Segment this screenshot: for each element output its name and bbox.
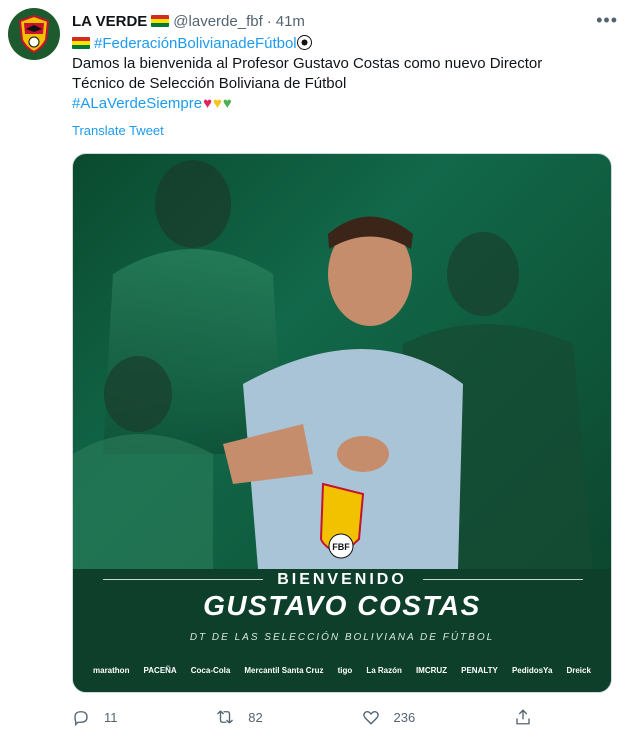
avatar[interactable] bbox=[8, 8, 60, 60]
yellow-heart-icon: ♥ bbox=[213, 95, 222, 112]
tweet-header: LA VERDE @laverde_fbf · 41m bbox=[72, 10, 620, 32]
sponsor-tigo: tigo bbox=[337, 666, 353, 675]
tweet-actions: 11 82 236 bbox=[72, 708, 532, 726]
sponsor-larazon: La Razón bbox=[366, 666, 402, 675]
separator-dot: · bbox=[266, 12, 272, 30]
tweet-body-line1: Damos la bienvenida al Profesor Gustavo … bbox=[72, 55, 543, 72]
share-button[interactable] bbox=[514, 708, 532, 726]
reply-icon bbox=[74, 711, 88, 726]
sponsor-penalty: PENALTY bbox=[461, 666, 498, 675]
heart-icon bbox=[362, 710, 379, 725]
tweet-text: #FederaciónBolivianadeFútbol Damos la bi… bbox=[72, 34, 612, 114]
retweet-button[interactable]: 82 bbox=[216, 708, 263, 726]
retweet-count: 82 bbox=[248, 709, 263, 725]
like-count: 236 bbox=[393, 709, 416, 725]
like-button[interactable]: 236 bbox=[362, 708, 416, 726]
sponsor-pedidosya: PedidosYa bbox=[511, 666, 553, 675]
sponsor-imcruz: IMCRUZ bbox=[415, 666, 448, 675]
sponsor-pacena: PACEÑA bbox=[143, 666, 177, 675]
red-heart-icon: ♥ bbox=[203, 95, 212, 112]
sponsor-mercantil: Mercantil Santa Cruz bbox=[244, 666, 324, 675]
retweet-icon bbox=[217, 710, 234, 724]
hashtag-alaverde[interactable]: #ALaVerdeSiempre bbox=[72, 95, 202, 112]
more-options-icon[interactable]: ••• bbox=[596, 10, 618, 31]
sponsor-strip: marathon PACEÑA Coca-Cola Mercantil Sant… bbox=[93, 666, 591, 675]
translate-tweet-link[interactable]: Translate Tweet bbox=[72, 123, 164, 138]
author-name[interactable]: LA VERDE bbox=[72, 13, 147, 30]
badge-text: FBF bbox=[332, 542, 350, 552]
share-icon bbox=[516, 709, 530, 725]
banner-welcome: BIENVENIDO bbox=[277, 571, 407, 588]
reply-count: 11 bbox=[104, 709, 118, 725]
soccer-ball-icon bbox=[296, 35, 312, 50]
sponsor-dreick: Dreick bbox=[566, 666, 591, 675]
hashtag-federacion[interactable]: #FederaciónBolivianadeFútbol bbox=[94, 35, 297, 52]
tweet-body-line2: Técnico de Selección Boliviana de Fútbol bbox=[72, 75, 347, 92]
photo-collage: FBF bbox=[73, 160, 593, 569]
sponsor-cocacola: Coca-Cola bbox=[190, 666, 231, 675]
green-heart-icon: ♥ bbox=[222, 95, 232, 112]
tweet-time[interactable]: 41m bbox=[276, 13, 305, 30]
bolivia-flag-icon bbox=[151, 15, 170, 27]
fbf-crest-icon bbox=[18, 14, 50, 54]
banner-name: GUSTAVO COSTAS bbox=[203, 590, 481, 621]
sponsor-marathon: marathon bbox=[93, 666, 130, 675]
tweet-media-image[interactable]: FBF BIENVENIDO GUSTAVO COSTAS DT DE LAS … bbox=[72, 153, 612, 693]
reply-button[interactable]: 11 bbox=[72, 708, 118, 726]
banner-subtitle: DT DE LAS SELECCIÓN BOLIVIANA DE FÚTBOL bbox=[189, 632, 495, 643]
bolivia-flag-icon bbox=[72, 37, 90, 49]
author-handle[interactable]: @laverde_fbf bbox=[173, 13, 262, 30]
